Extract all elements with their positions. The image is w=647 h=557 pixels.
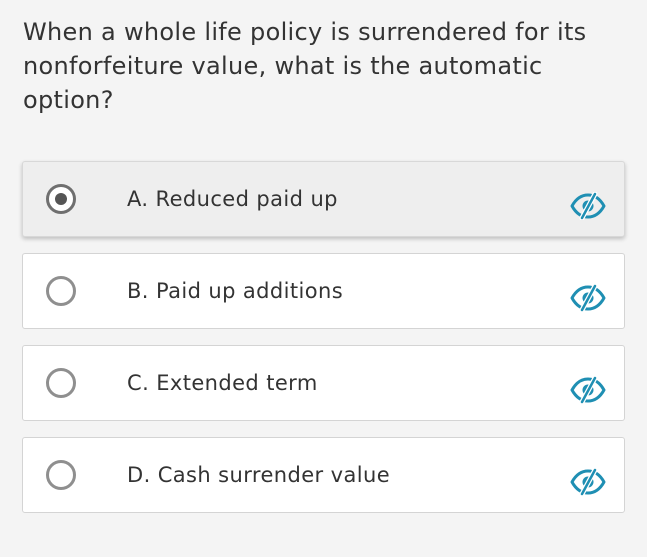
option-label: D. Cash surrender value <box>127 463 391 487</box>
option-label: C. Extended term <box>127 371 318 395</box>
radio-button-icon[interactable] <box>46 184 76 214</box>
option-b[interactable]: B. Paid up additions <box>22 253 625 329</box>
eye-slash-icon[interactable] <box>570 284 606 312</box>
eye-slash-icon[interactable] <box>570 376 606 404</box>
option-d[interactable]: D. Cash surrender value <box>22 437 625 513</box>
radio-button-icon[interactable] <box>46 276 76 306</box>
radio-selected-dot <box>55 193 67 205</box>
option-label: B. Paid up additions <box>127 279 344 303</box>
radio-button-icon[interactable] <box>46 460 76 490</box>
question-text: When a whole life policy is surrendered … <box>23 18 587 114</box>
radio-button-icon[interactable] <box>46 368 76 398</box>
eye-slash-icon[interactable] <box>570 192 606 220</box>
eye-slash-icon[interactable] <box>570 468 606 496</box>
option-c[interactable]: C. Extended term <box>22 345 625 421</box>
option-label: A. Reduced paid up <box>127 187 338 211</box>
option-a[interactable]: A. Reduced paid up <box>22 161 625 237</box>
answer-options: A. Reduced paid up B. Paid up additions … <box>22 161 625 529</box>
